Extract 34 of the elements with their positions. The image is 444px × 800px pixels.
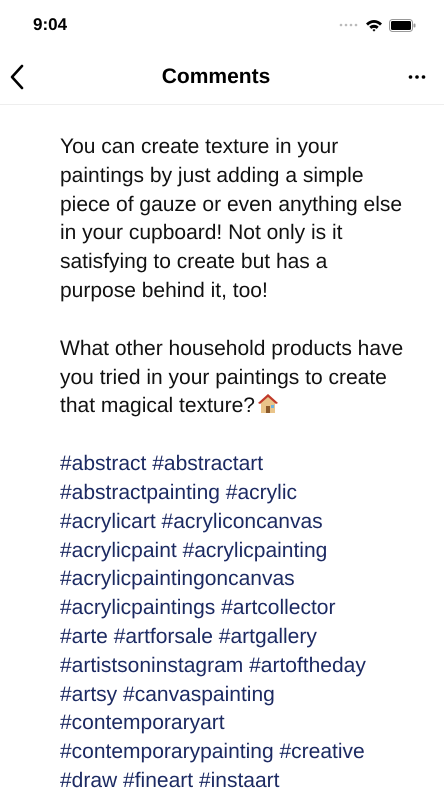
hashtag-link[interactable]: #artforsale	[114, 624, 213, 648]
hashtag-link[interactable]: #acryliconcanvas	[162, 510, 323, 533]
comment-paragraph: You can create texture in your paintings by just adding a simple piece of gauze or even anything else in your cupboard! Not only is it satisfying to create but has a purpose behind it, too!	[60, 134, 404, 304]
hashtag-link[interactable]: #acrylicpainting	[182, 538, 328, 562]
battery-icon	[389, 18, 416, 32]
signal-icon	[339, 23, 359, 27]
page-title: Comments	[162, 65, 270, 89]
hashtag-link[interactable]: #abstractart	[152, 452, 264, 476]
hashtag-link[interactable]: #artcollector	[221, 596, 336, 620]
hashtag-link[interactable]: #artsy	[60, 682, 118, 706]
hashtag-link[interactable]: #abstractpainting	[60, 480, 220, 504]
status-time: 9:04	[33, 15, 68, 35]
hashtag-link[interactable]: #acrylicpaint	[60, 538, 177, 562]
hashtag-link[interactable]: #creative	[279, 740, 365, 764]
hashtag-link[interactable]: #contemporarypainting	[60, 740, 274, 764]
hashtag-link[interactable]: #draw	[60, 768, 118, 792]
hashtag-link[interactable]: #artoftheday	[249, 654, 366, 677]
wifi-icon	[365, 18, 383, 32]
hashtag-link[interactable]: #canvaspainting	[123, 682, 275, 706]
hashtag-link[interactable]: #artistsoninstagram	[60, 654, 244, 677]
hashtag-link[interactable]: #acrylicart	[60, 510, 156, 533]
hashtag-link[interactable]: #artgallery	[218, 624, 317, 648]
hashtag-link[interactable]: #abstract	[60, 452, 146, 476]
hashtag-link[interactable]: #acrylicpaintingoncanvas	[60, 567, 295, 590]
hashtag-link[interactable]: #acrylic	[226, 480, 297, 504]
hashtag-link[interactable]: #contemporaryart	[60, 711, 225, 734]
comment-paragraph: What other household products have you tried in your paintings to create that magical texture?	[60, 336, 404, 420]
house-icon	[256, 393, 279, 414]
hashtag-link[interactable]: #instaart	[198, 768, 280, 792]
hashtag-link[interactable]: #acrylicpaintings	[60, 596, 216, 620]
back-button[interactable]	[8, 62, 26, 92]
more-options-button[interactable]	[406, 73, 428, 81]
hashtag-link[interactable]: #fineart	[123, 768, 194, 792]
hashtag-link[interactable]: #arte	[60, 624, 108, 648]
